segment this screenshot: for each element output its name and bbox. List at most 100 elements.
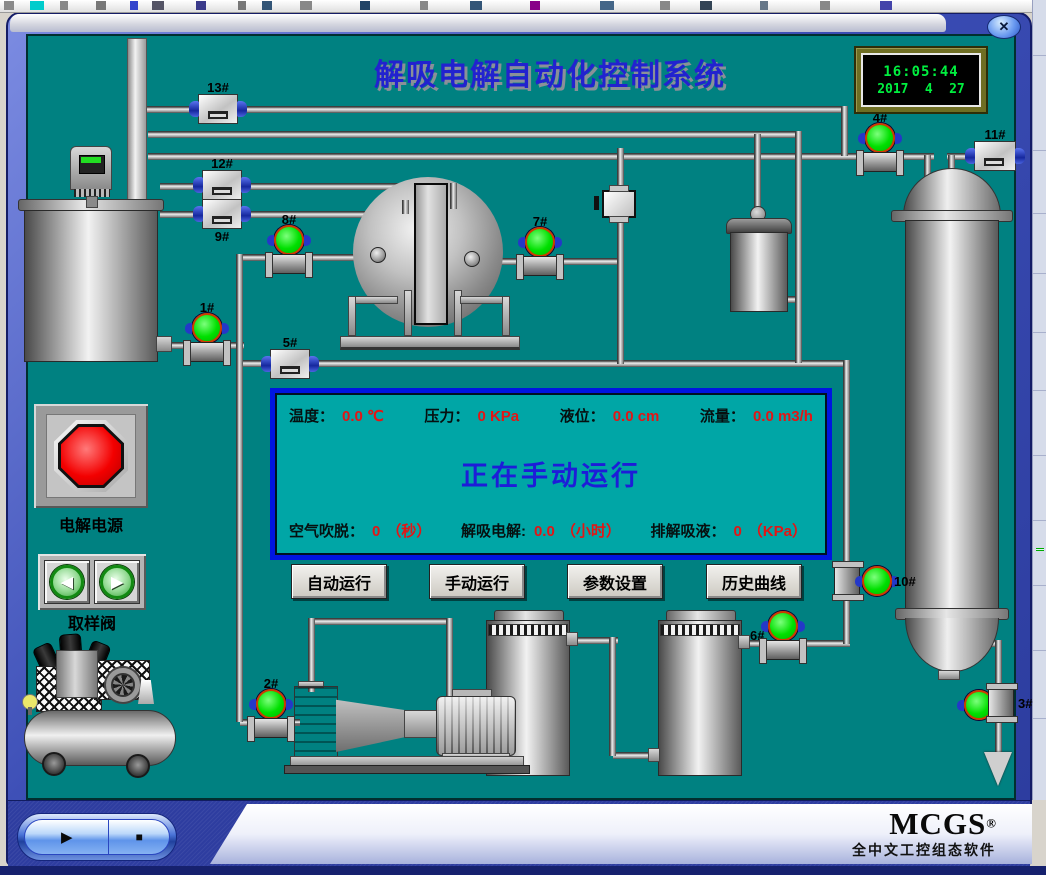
- sphere-center-column: [414, 183, 448, 325]
- valve-7[interactable]: 7#: [515, 214, 565, 278]
- sample-valve-right-button[interactable]: ▶: [94, 560, 140, 604]
- pipe: [310, 618, 450, 625]
- valve-body: [857, 152, 903, 172]
- manual-run-button[interactable]: 手动运行: [429, 564, 525, 599]
- valve-11[interactable]: 11#: [974, 141, 1016, 171]
- motor-shaft: [86, 196, 98, 208]
- edge-marker: [1036, 548, 1044, 551]
- brand-panel: MCGS® 全中文工控组态软件: [210, 804, 1032, 864]
- power-button-label: 电解电源: [34, 512, 148, 536]
- valve-10[interactable]: 10#: [826, 558, 916, 604]
- pump-motor: [436, 696, 516, 756]
- sphere-nozzle: [464, 251, 480, 267]
- arrow-left-icon: ◀: [61, 575, 73, 590]
- toolbar-icon-fragment: [300, 1, 312, 10]
- auto-run-button[interactable]: 自动运行: [291, 564, 387, 599]
- electrolysis-power-button[interactable]: [61, 427, 121, 485]
- counter-discharge: 排解吸液：0（KPa）: [650, 520, 807, 541]
- sample-valve-label: 取样阀: [38, 610, 146, 634]
- measurement-temperature: 温度：0.0 ℃: [289, 405, 384, 426]
- valve-label: 10#: [894, 574, 916, 589]
- registered-mark: ®: [986, 816, 996, 831]
- toolbar-icon-fragment: [360, 1, 370, 10]
- valve-1[interactable]: 1#: [182, 300, 232, 364]
- pipe: [143, 106, 846, 113]
- valve-label: 11#: [985, 127, 1006, 142]
- sample-valve-left-button[interactable]: ◀: [44, 560, 90, 604]
- toolbar-icon-fragment: [530, 1, 540, 10]
- vent-stack: [127, 38, 147, 207]
- compressor-fan: [111, 673, 135, 697]
- measurement-pressure: 压力：0 KPa: [424, 405, 519, 426]
- clock-year: 2017: [877, 82, 908, 97]
- counter-air-stripping: 空气吹脱：0（秒）: [289, 520, 431, 541]
- valve-4[interactable]: 4#: [855, 110, 905, 174]
- stop-button[interactable]: ■: [109, 820, 169, 854]
- run-status-text: 正在手动运行: [275, 454, 827, 493]
- valve-body: [266, 254, 312, 274]
- sphere-nozzle: [370, 247, 386, 263]
- toolbar-icon-fragment: [420, 1, 428, 10]
- tank-vent-band: [488, 624, 568, 636]
- valve-2[interactable]: 2#: [246, 676, 296, 740]
- valve-body: [988, 684, 1014, 722]
- pipe: [240, 360, 850, 367]
- meter-tick: [594, 196, 599, 210]
- pipe: [754, 134, 761, 216]
- pump-shaft: [404, 710, 438, 738]
- valve-slot: [280, 366, 300, 374]
- toolbar-icon-fragment: [700, 1, 712, 10]
- valve-slot: [984, 158, 1004, 166]
- toolbar-icon-fragment: [30, 1, 44, 10]
- valve-5[interactable]: 5#: [270, 349, 310, 379]
- valve-slot: [212, 187, 232, 195]
- pipe: [841, 106, 848, 156]
- close-icon[interactable]: ✕: [987, 15, 1021, 39]
- valve-12[interactable]: 12#: [202, 170, 242, 200]
- valve-6[interactable]: 6#: [758, 598, 808, 662]
- valve-8[interactable]: 8#: [264, 212, 314, 276]
- valve-9[interactable]: 9#: [202, 199, 242, 229]
- status-panel: 温度：0.0 ℃ 压力：0 KPa 液位：0.0 cm 流量：0.0 m3/h …: [270, 388, 832, 560]
- divider: [1033, 150, 1046, 151]
- clock-month: 4: [925, 82, 933, 97]
- pump-volute: [294, 686, 338, 758]
- toolbar-icon-fragment: [660, 1, 670, 10]
- divider: [1033, 390, 1046, 391]
- divider: [1033, 213, 1046, 214]
- toolbar-icon-fragment: [238, 1, 246, 10]
- divider: [1033, 520, 1046, 521]
- green-ring: ▶: [100, 565, 134, 599]
- valve-label: 9#: [215, 229, 229, 244]
- parameter-settings-button[interactable]: 参数设置: [567, 564, 663, 599]
- valve-3[interactable]: 3#: [960, 682, 1046, 728]
- pipe: [148, 131, 800, 138]
- stop-icon: ■: [136, 830, 143, 844]
- divider: [1033, 55, 1046, 56]
- tank-nozzle: [566, 632, 578, 646]
- play-icon: ▶: [61, 828, 73, 846]
- toolbar-icon-fragment: [4, 1, 14, 10]
- pipe: [450, 183, 457, 209]
- tank-nozzle: [738, 635, 750, 649]
- valve-label: 3#: [1018, 696, 1032, 711]
- valve-slot: [212, 216, 232, 224]
- toolbar-icon-fragment: [600, 1, 614, 10]
- compressor-head: [56, 650, 98, 698]
- toolbar-icon-fragment: [152, 1, 164, 10]
- green-ring: ◀: [50, 565, 84, 599]
- play-button[interactable]: ▶: [25, 820, 109, 854]
- valve-13[interactable]: 13#: [198, 94, 238, 124]
- pump-base: [284, 765, 530, 774]
- valve-indicator: [256, 689, 286, 719]
- toolbar-icon-fragment: [96, 1, 106, 10]
- history-curve-button[interactable]: 历史曲线: [706, 564, 802, 599]
- valve-body: [760, 640, 806, 660]
- valve-body: [517, 256, 563, 276]
- arrow-right-icon: ▶: [111, 575, 123, 590]
- electrolysis-column: [905, 220, 999, 614]
- toolbar-icon-fragment: [470, 1, 482, 10]
- divider: [1033, 585, 1046, 586]
- support-leg: [348, 296, 356, 336]
- toolbar-icon-fragment: [760, 1, 768, 10]
